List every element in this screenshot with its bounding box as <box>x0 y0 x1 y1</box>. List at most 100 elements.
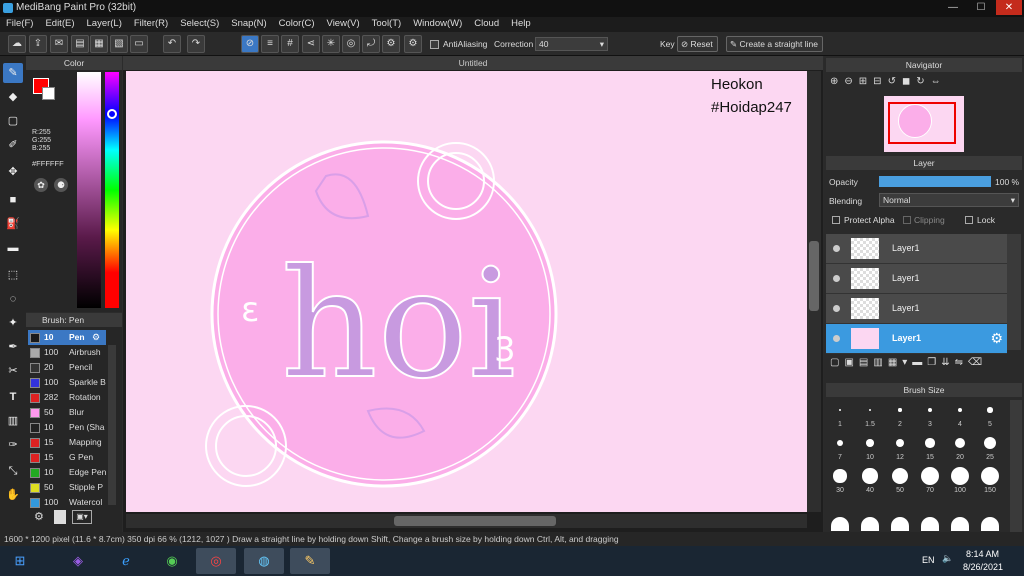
start-icon[interactable]: ⊞ <box>2 548 38 574</box>
antialiasing-checkbox[interactable] <box>430 40 439 49</box>
menu-cloud[interactable]: Cloud <box>468 17 505 29</box>
gradient-tool-icon[interactable]: ▬ <box>3 238 23 258</box>
brush-item[interactable]: 100 Airbrush <box>28 345 106 360</box>
document-icon[interactable]: ▦ <box>90 35 108 53</box>
smudge-tool-icon[interactable]: ✐ <box>3 135 23 155</box>
eraser-tool-icon[interactable]: ◆ <box>3 87 23 107</box>
eye-icon[interactable] <box>833 275 840 282</box>
new-8bit-layer-icon[interactable]: ▣ <box>844 357 858 368</box>
zoom-out-icon[interactable]: ⊖ <box>844 76 858 87</box>
layer-list-scrollbar[interactable] <box>1007 234 1021 350</box>
flip-icon[interactable]: ⇔ <box>931 76 947 87</box>
brush-item[interactable]: 15 G Pen <box>28 450 106 465</box>
menu-layer[interactable]: Layer(L) <box>81 17 128 29</box>
eye-icon[interactable] <box>833 245 840 252</box>
redo-icon[interactable]: ↷ <box>187 35 205 53</box>
save-icon[interactable]: ▤ <box>71 35 89 53</box>
visual-studio-icon[interactable]: ◈ <box>58 548 98 574</box>
paint-icon[interactable]: ✎ <box>290 548 330 574</box>
brush-size-dot[interactable] <box>981 517 999 531</box>
blending-dropdown[interactable]: Normal ▾ <box>879 193 1019 207</box>
eyedropper-tool-icon[interactable]: ✑ <box>3 435 23 455</box>
layer-row[interactable]: Layer1 <box>826 264 1007 294</box>
close-button[interactable]: ✕ <box>996 0 1022 15</box>
rotate-left-icon[interactable]: ↺ <box>888 76 902 87</box>
eye-icon[interactable] <box>833 335 840 342</box>
move-layer-icon[interactable]: ⇋ <box>955 357 968 368</box>
brush-menu-icon[interactable]: ▣▾ <box>72 510 92 524</box>
lasso-tool-icon[interactable]: ◌ <box>3 289 23 309</box>
brush-item[interactable]: 50 Blur <box>28 405 106 420</box>
palette-icon[interactable]: ✿ <box>34 178 48 192</box>
snap-off-icon[interactable]: ⊘ <box>241 35 259 53</box>
menu-edit[interactable]: Edit(E) <box>39 17 80 29</box>
brush-size-dot[interactable] <box>921 467 939 485</box>
brush-size-dot[interactable] <box>831 517 849 531</box>
minimize-button[interactable]: — <box>940 0 966 15</box>
brush-size-dot[interactable] <box>833 469 847 483</box>
speaker-icon[interactable]: 🔈 <box>942 553 953 564</box>
curve-snap-icon[interactable]: ⤾ <box>362 35 380 53</box>
brush-size-dot[interactable] <box>981 467 999 485</box>
divide-tool-icon[interactable]: ▥ <box>3 411 23 431</box>
menu-window[interactable]: Window(W) <box>407 17 468 29</box>
new-layer-icon[interactable]: ▢ <box>830 357 844 368</box>
magic-wand-tool-icon[interactable]: ✦ <box>3 313 23 333</box>
folder-icon[interactable]: ▬ <box>912 357 927 368</box>
reset-button[interactable]: ⊘ Reset <box>677 36 718 52</box>
material-icon[interactable]: ▧ <box>110 35 128 53</box>
trash-icon[interactable]: ⌫ <box>968 357 987 368</box>
menu-filter[interactable]: Filter(R) <box>128 17 174 29</box>
internet-explorer-icon[interactable]: ℯ <box>106 548 146 574</box>
horizontal-scrollbar[interactable] <box>126 514 807 528</box>
rotate-right-icon[interactable]: ↻ <box>916 76 930 87</box>
brush-size-dot[interactable] <box>925 438 935 448</box>
brush-size-scrollbar[interactable] <box>1010 400 1022 532</box>
hue-handle[interactable] <box>107 109 117 119</box>
radial-snap-icon[interactable]: ✳ <box>322 35 340 53</box>
maximize-button[interactable]: ☐ <box>968 0 994 15</box>
parallel-snap-icon[interactable]: ≡ <box>261 35 279 53</box>
brush-item[interactable]: 10 Pen (Sha <box>28 420 106 435</box>
brush-size-dot[interactable] <box>984 437 996 449</box>
text-tool-icon[interactable]: T <box>3 387 23 407</box>
clipping-checkbox[interactable] <box>903 216 911 224</box>
brush-size-dot[interactable] <box>866 439 874 447</box>
document-tab[interactable]: Untitled <box>123 56 823 70</box>
hand-tool-icon[interactable]: ✋ <box>3 485 23 505</box>
undo-icon[interactable]: ↶ <box>163 35 181 53</box>
brush-item[interactable]: 50 Stipple P <box>28 480 106 495</box>
color-picker-icon[interactable]: ⚈ <box>54 178 68 192</box>
menu-tool[interactable]: Tool(T) <box>366 17 408 29</box>
select-tool-icon[interactable]: ⬚ <box>3 265 23 285</box>
coc-coc-icon[interactable]: ◉ <box>152 548 192 574</box>
vertical-scroll-thumb[interactable] <box>809 241 819 311</box>
brush-size-dot[interactable] <box>987 407 993 413</box>
brush-size-dot[interactable] <box>951 467 969 485</box>
menu-snap[interactable]: Snap(N) <box>225 17 272 29</box>
brush-size-dot[interactable] <box>898 408 902 412</box>
brush-item[interactable]: 15 Mapping <box>28 435 106 450</box>
cross-snap-icon[interactable]: # <box>281 35 299 53</box>
protect-alpha-checkbox[interactable] <box>832 216 840 224</box>
new-brush-icon[interactable] <box>54 510 66 524</box>
horizontal-scroll-thumb[interactable] <box>394 516 556 526</box>
navigator-preview[interactable] <box>884 96 964 152</box>
vertical-scrollbar[interactable] <box>807 71 821 512</box>
brush-list-scrollbar[interactable] <box>108 345 116 505</box>
navigator-viewport[interactable] <box>888 102 956 144</box>
layer-row[interactable]: Layer1 <box>826 294 1007 324</box>
menu-select[interactable]: Select(S) <box>174 17 225 29</box>
brush-settings-icon[interactable]: ⚙ <box>92 332 100 343</box>
brush-item[interactable]: 10 Edge Pen <box>28 465 106 480</box>
layer-menu-icon[interactable]: ▦▾ <box>888 357 912 368</box>
menu-color[interactable]: Color(C) <box>273 17 321 29</box>
language-indicator[interactable]: EN <box>922 555 935 565</box>
brush-size-dot[interactable] <box>862 468 878 484</box>
zoom-in-icon[interactable]: ⊕ <box>830 76 844 87</box>
circle-snap-icon[interactable]: ◎ <box>342 35 360 53</box>
cloud-icon[interactable]: ☁ <box>8 35 26 53</box>
drawing-canvas[interactable]: hoi ε 3 Heokon #Hoidap247 <box>126 71 807 512</box>
new-1bit-layer-icon[interactable]: ▤ <box>859 357 873 368</box>
brush-item[interactable]: 100 Watercol <box>28 495 106 510</box>
